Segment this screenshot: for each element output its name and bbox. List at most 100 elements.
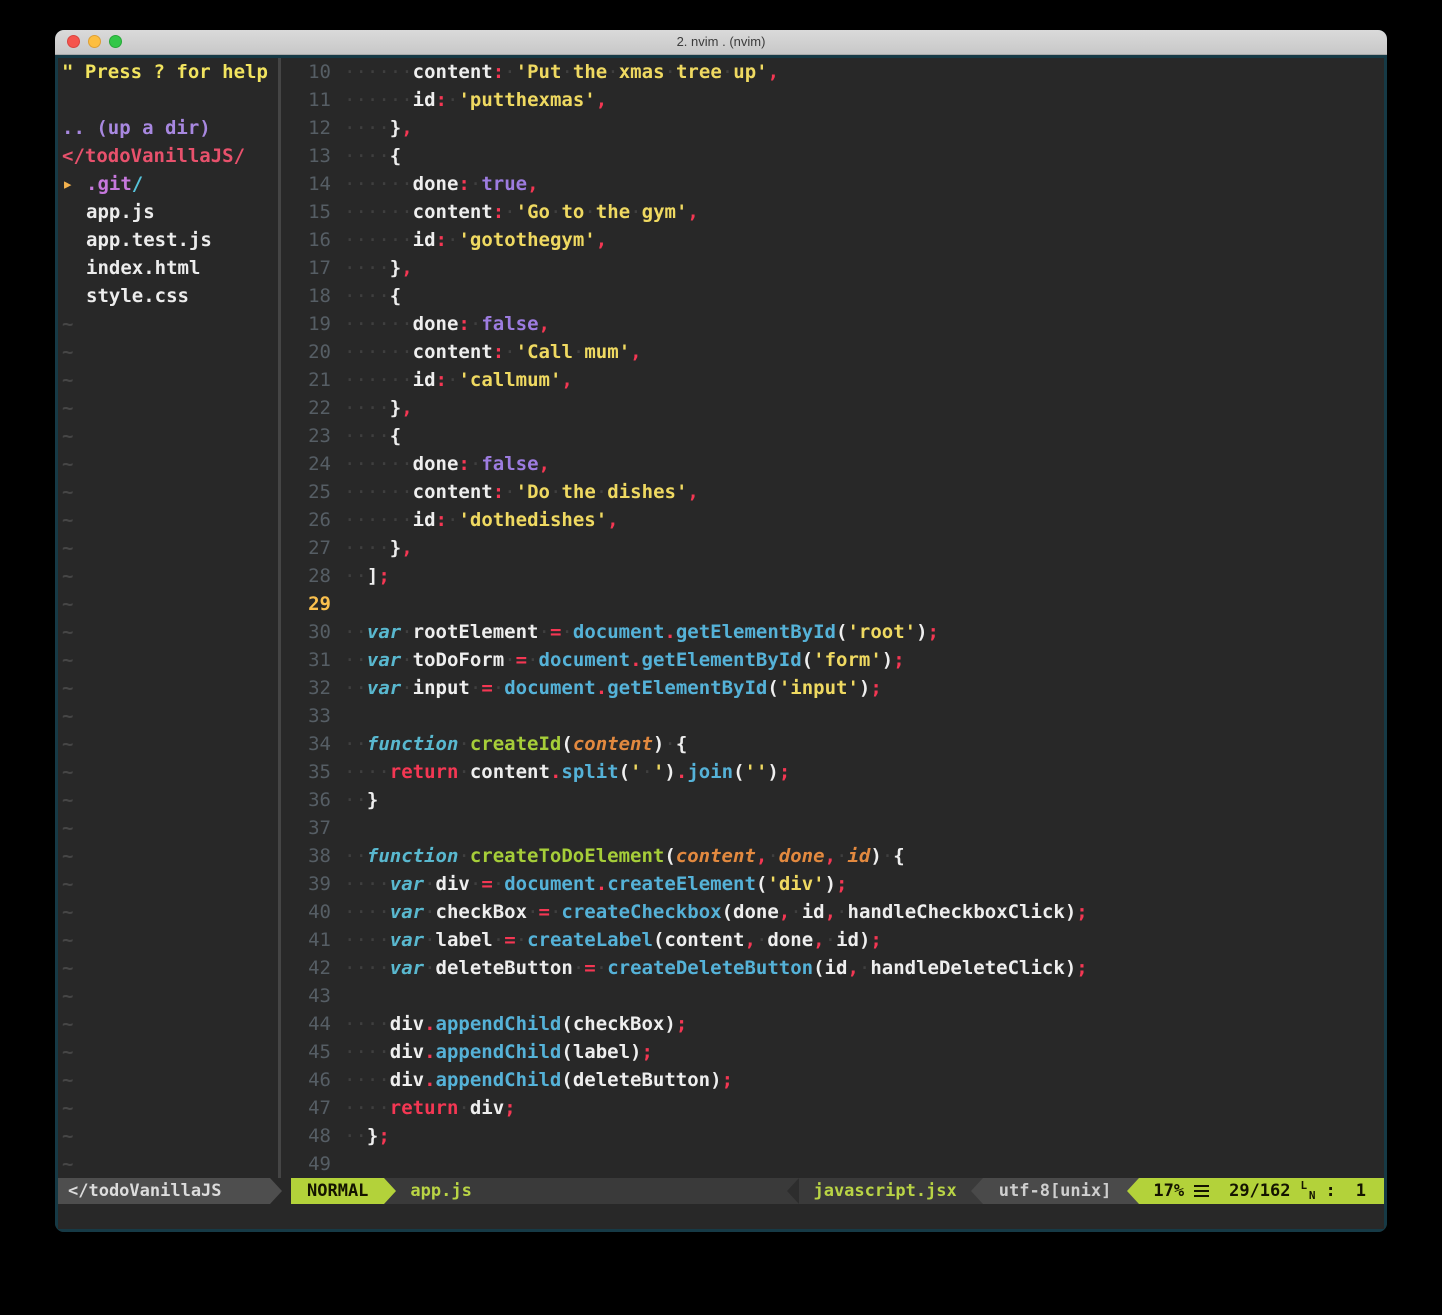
tree-file-item[interactable]: app.js [62, 198, 278, 226]
tree-file-item[interactable]: style.css [62, 282, 278, 310]
collapsed-dir-arrow-icon[interactable]: ▸ [62, 170, 86, 198]
close-button[interactable] [67, 35, 80, 48]
code-line[interactable]: 44····div.appendChild(checkBox); [301, 1010, 1384, 1038]
code-text: ··} [344, 786, 378, 814]
tree-file-item[interactable]: app.test.js [62, 226, 278, 254]
code-line[interactable]: 14······done:·true, [301, 170, 1384, 198]
empty-line-tilde: ~ [62, 1150, 278, 1178]
code-text: ····return·div; [344, 1094, 516, 1122]
vim-windows: " Press ? for help.. (up a dir)</todoVan… [58, 58, 1384, 1178]
code-line[interactable]: 37 [301, 814, 1384, 842]
code-line[interactable]: 20······content:·'Call·mum', [301, 338, 1384, 366]
code-line[interactable]: 47····return·div; [301, 1094, 1384, 1122]
code-line[interactable]: 13····{ [301, 142, 1384, 170]
traffic-lights [67, 35, 122, 48]
trigram-lines-icon [1194, 1185, 1209, 1197]
line-number: 10 [301, 58, 331, 86]
line-number: 42 [301, 954, 331, 982]
code-line[interactable]: 41····var·label·=·createLabel(content,·d… [301, 926, 1384, 954]
line-number: 18 [301, 282, 331, 310]
empty-line-tilde: ~ [62, 394, 278, 422]
empty-line-tilde: ~ [62, 338, 278, 366]
code-line[interactable]: 35····return·content.split('·').join('')… [301, 758, 1384, 786]
command-line [58, 1204, 1384, 1229]
code-line[interactable]: 17····}, [301, 254, 1384, 282]
code-line[interactable]: 15······content:·'Go·to·the·gym', [301, 198, 1384, 226]
line-number: 37 [301, 814, 331, 842]
code-line[interactable]: 25······content:·'Do·the·dishes', [301, 478, 1384, 506]
code-line[interactable]: 38··function·createToDoElement(content,·… [301, 842, 1384, 870]
empty-line-tilde: ~ [62, 1094, 278, 1122]
code-line[interactable]: 36··} [301, 786, 1384, 814]
terminal-content: " Press ? for help.. (up a dir)</todoVan… [55, 55, 1387, 1232]
code-line[interactable]: 39····var·div·=·document.createElement('… [301, 870, 1384, 898]
encoding-label: utf-8[unix] [983, 1178, 1128, 1204]
code-line[interactable]: 27····}, [301, 534, 1384, 562]
tree-updir[interactable]: .. (up a dir) [62, 114, 278, 142]
code-text: ····}, [344, 254, 413, 282]
code-line[interactable]: 33 [301, 702, 1384, 730]
code-line[interactable]: 10······content:·'Put·the·xmas·tree·up', [301, 58, 1384, 86]
code-line[interactable]: 34 ··function·createId(content)·{ [301, 730, 1384, 758]
code-line[interactable]: 26······id:·'dothedishes', [301, 506, 1384, 534]
empty-line-tilde: ~ [62, 1038, 278, 1066]
code-line[interactable]: 18····{ [301, 282, 1384, 310]
code-line[interactable]: 30··var·rootElement·=·document.getElemen… [301, 618, 1384, 646]
code-line[interactable]: 11······id:·'putthexmas', [301, 86, 1384, 114]
line-number: 24 [301, 450, 331, 478]
code-text: ····var·deleteButton·=·createDeleteButto… [344, 954, 1088, 982]
code-text: ······id:·'callmum', [344, 366, 573, 394]
code-line[interactable]: 19······done:·false, [301, 310, 1384, 338]
window-titlebar: 2. nvim . (nvim) [55, 30, 1387, 55]
code-line[interactable]: 46····div.appendChild(deleteButton); [301, 1066, 1384, 1094]
colon-separator: : [1326, 1178, 1336, 1204]
editor-buffer[interactable]: 10······content:·'Put·the·xmas·tree·up',… [281, 58, 1384, 1178]
zoom-button[interactable] [109, 35, 122, 48]
code-line[interactable]: 40····var·checkBox·=·createCheckbox(done… [301, 898, 1384, 926]
empty-line-tilde: ~ [62, 1122, 278, 1150]
tree-root[interactable]: </todoVanillaJS/ [62, 142, 278, 170]
ln-stacked-icon: LN [1301, 1182, 1316, 1200]
position-segment: 17% 29/162 LN : 1 [1139, 1178, 1384, 1204]
line-number: 31 [301, 646, 331, 674]
line-number: 48 [301, 1122, 331, 1150]
empty-line-tilde: ~ [62, 982, 278, 1010]
code-line[interactable]: 43 [301, 982, 1384, 1010]
code-line[interactable]: 22····}, [301, 394, 1384, 422]
line-number: 34 [301, 730, 331, 758]
code-line[interactable]: 23····{ [301, 422, 1384, 450]
code-line[interactable]: 49 [301, 1150, 1384, 1178]
code-line[interactable]: 12····}, [301, 114, 1384, 142]
code-text: ······id:·'gotothegym', [344, 226, 607, 254]
statusline: </todoVanillaJS NORMAL app.js javascript… [58, 1178, 1384, 1204]
minimize-button[interactable] [88, 35, 101, 48]
code-line[interactable]: 45····div.appendChild(label); [301, 1038, 1384, 1066]
code-line[interactable]: 48··}; [301, 1122, 1384, 1150]
nerdtree-sidebar[interactable]: " Press ? for help.. (up a dir)</todoVan… [58, 58, 278, 1178]
terminal-window: 2. nvim . (nvim) " Press ? for help.. (u… [55, 30, 1387, 1232]
line-number: 25 [301, 478, 331, 506]
line-number: 12 [301, 114, 331, 142]
tree-file-item[interactable]: index.html [62, 254, 278, 282]
desktop-background: 2. nvim . (nvim) " Press ? for help.. (u… [0, 0, 1442, 1315]
empty-line-tilde: ~ [62, 674, 278, 702]
line-number: 16 [301, 226, 331, 254]
code-line[interactable]: 32··var·input·=·document.getElementById(… [301, 674, 1384, 702]
line-number: 28 [301, 562, 331, 590]
code-line[interactable]: 29 [301, 590, 1384, 618]
empty-line-tilde: ~ [62, 366, 278, 394]
nerdtree-status-segment: </todoVanillaJS [58, 1178, 270, 1204]
code-line[interactable]: 21······id:·'callmum', [301, 366, 1384, 394]
code-line[interactable]: 42 ····var·deleteButton·=·createDeleteBut… [301, 954, 1384, 982]
tree-dir-item[interactable]: ▸.git/ [62, 170, 278, 198]
code-text: ··function·createId(content)·{ [344, 730, 687, 758]
code-text: ····}, [344, 394, 413, 422]
code-line[interactable]: 16 ······id:·'gotothegym', [301, 226, 1384, 254]
line-number: 35 [301, 758, 331, 786]
line-number: 45 [301, 1038, 331, 1066]
code-line[interactable]: 31··var·toDoForm·=·document.getElementBy… [301, 646, 1384, 674]
empty-line-tilde: ~ [62, 450, 278, 478]
code-line[interactable]: 28··]; [301, 562, 1384, 590]
code-line[interactable]: 24······done:·false, [301, 450, 1384, 478]
status-gap [282, 1178, 291, 1204]
